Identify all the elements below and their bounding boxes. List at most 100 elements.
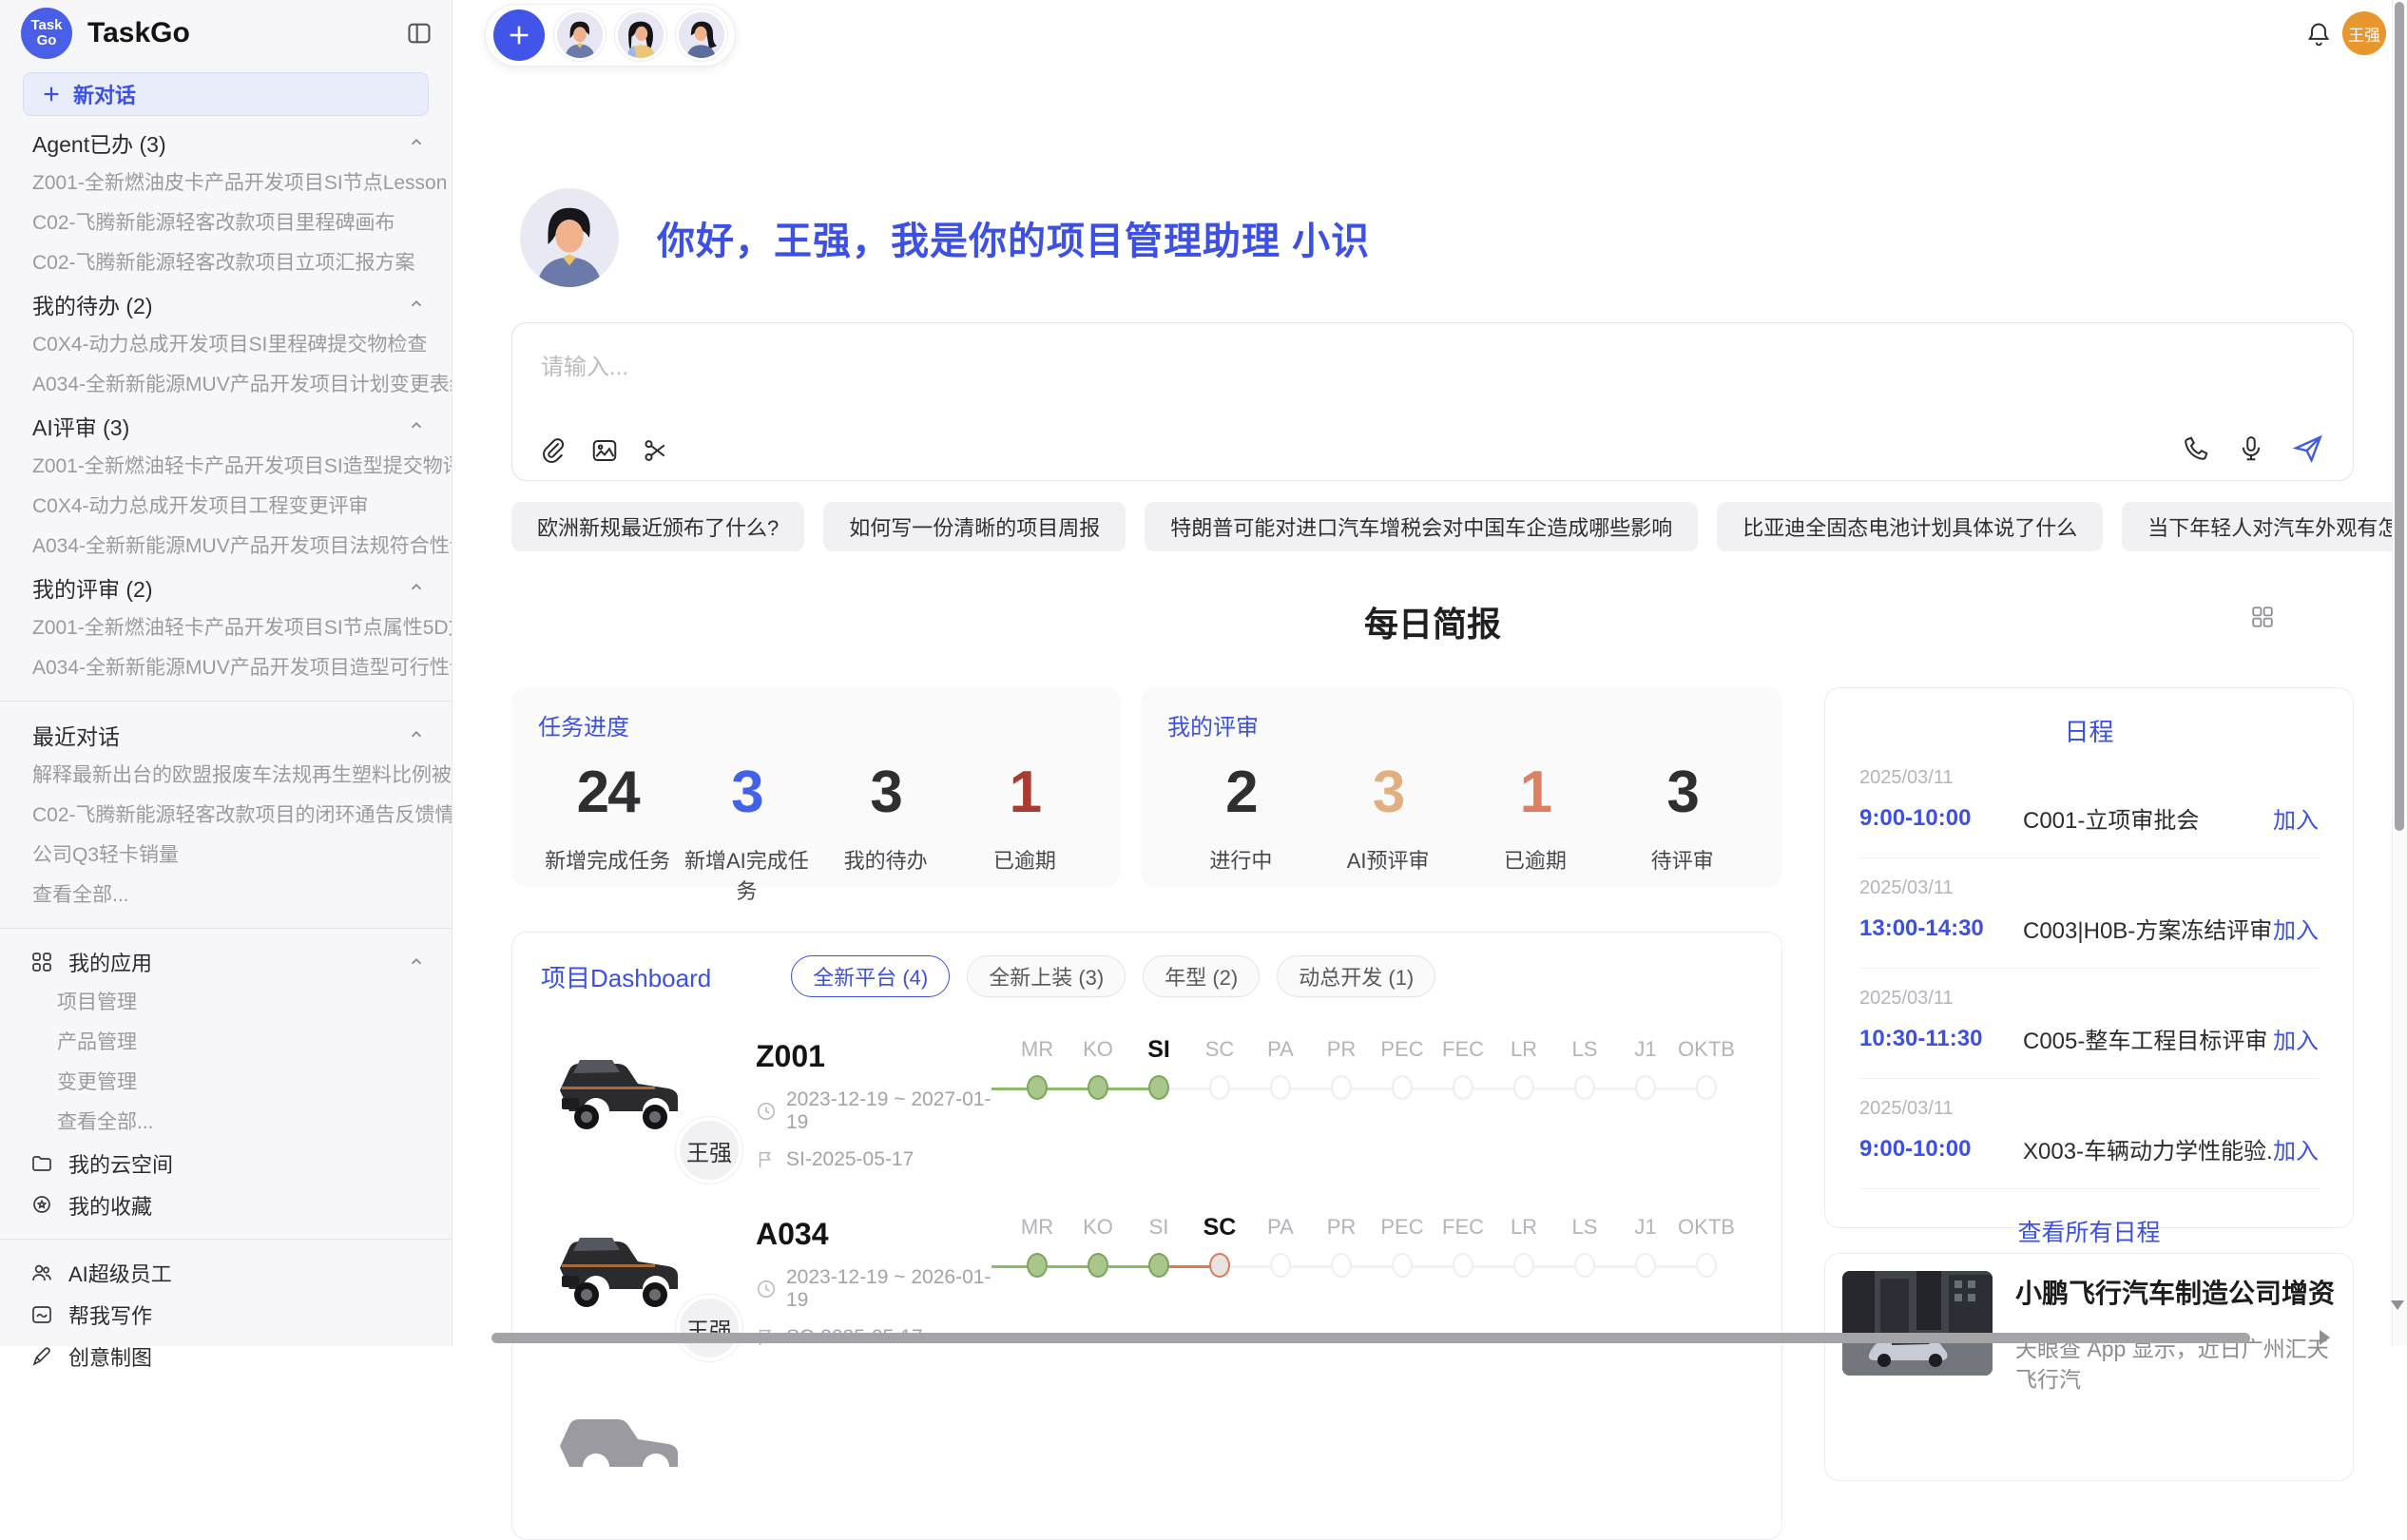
phone-icon[interactable] (2182, 434, 2210, 463)
schedule-item[interactable]: 2025/03/11 9:00-10:00 X003-车辆动力学性能验... 加… (1859, 1079, 2319, 1189)
horizontal-scrollbar-thumb[interactable] (491, 1333, 2250, 1343)
list-item[interactable]: C02-飞腾新能源轻客改款项目立项汇报方案 (0, 243, 452, 283)
chevron-up-icon[interactable] (408, 417, 425, 434)
scissors-icon[interactable] (642, 436, 670, 465)
sidebar-item-favorites[interactable]: 我的收藏 (0, 1184, 452, 1226)
send-icon[interactable] (2292, 433, 2324, 465)
avatar[interactable] (554, 10, 606, 61)
list-item[interactable]: C0X4-动力总成开发项目SI里程碑提交物检查 (0, 325, 452, 365)
vertical-scrollbar-thumb[interactable] (2395, 2, 2404, 831)
suggestion-chip[interactable]: 当下年轻人对汽车外观有怎样的喜好趋势 (2122, 502, 2407, 551)
filter-tab[interactable]: 全新上装 (3) (967, 955, 1126, 997)
project-row-partial[interactable] (541, 1385, 1753, 1499)
section-agent-done[interactable]: Agent已办 (3) (0, 122, 452, 164)
briefing-right-column: 日程 2025/03/11 9:00-10:00 C001-立项审批会 加入 2… (1824, 687, 2354, 1540)
sidebar-item-ai-super-staff[interactable]: AI超级员工 (0, 1252, 452, 1294)
stat-overdue: 1 已逾期 (955, 757, 1094, 905)
list-item[interactable]: 解释最新出台的欧盟报废车法规再生塑料比例被调至15%... (0, 756, 452, 796)
section-my-todo[interactable]: 我的待办 (2) (0, 283, 452, 325)
daily-brief-header: 每日简报 (511, 597, 2354, 646)
chevron-up-icon[interactable] (408, 579, 425, 596)
layout-grid-icon[interactable] (2250, 605, 2275, 629)
news-card[interactable]: 小鹏飞行汽车制造公司增资 天眼查 App 显示，近日广州汇天飞行汽 (1824, 1253, 2354, 1481)
chevron-up-icon[interactable] (408, 134, 425, 151)
chat-input-box (511, 322, 2354, 481)
project-info: Z001 2023-12-19 ~ 2027-01-19 SI-2025-05-… (756, 1030, 997, 1171)
project-row[interactable]: 王强 A034 2023-12-19 ~ 2026-01-19 SC-2025-… (541, 1207, 1753, 1349)
join-link[interactable]: 加入 (2273, 912, 2319, 945)
schedule-item[interactable]: 2025/03/11 13:00-14:30 C003|H0B-方案冻结评审 加… (1859, 858, 2319, 969)
chat-input[interactable] (512, 323, 2353, 409)
app-link-project-mgmt[interactable]: 项目管理 (0, 983, 452, 1023)
suggestion-chip[interactable]: 欧洲新规最近颁布了什么? (511, 502, 804, 551)
project-row[interactable]: 王强 Z001 2023-12-19 ~ 2027-01-19 SI-2025-… (541, 1030, 1753, 1171)
sidebar-item-my-apps[interactable]: 我的应用 (0, 941, 452, 983)
input-toolbar-left (539, 436, 670, 465)
avatar[interactable] (615, 10, 666, 61)
view-all-schedule-link[interactable]: 查看所有日程 (1859, 1214, 2319, 1248)
list-item[interactable]: Z001-全新燃油轻卡产品开发项目SI造型提交物评审 (0, 447, 452, 487)
filter-tab[interactable]: 全新平台 (4) (791, 955, 950, 997)
section-title: 我的待办 (2) (32, 288, 153, 320)
list-item[interactable]: 公司Q3轻卡销量 (0, 836, 452, 876)
list-item[interactable]: A034-全新新能源MUV产品开发项目造型可行性评审 (0, 648, 452, 688)
new-chat-button[interactable]: 新对话 (23, 72, 429, 116)
chevron-up-icon[interactable] (408, 726, 425, 743)
schedule-name: C003|H0B-方案冻结评审 (2023, 912, 2273, 945)
section-my-review[interactable]: 我的评审 (2) (0, 567, 452, 608)
app-link-product-mgmt[interactable]: 产品管理 (0, 1023, 452, 1063)
project-current-node: SI-2025-05-17 (756, 1148, 997, 1171)
section-title: 我的评审 (2) (32, 571, 153, 604)
scroll-right-arrow-icon[interactable] (2320, 1330, 2330, 1345)
list-item[interactable]: A034-全新新能源MUV产品开发项目计划变更表编写 (0, 365, 452, 405)
list-item[interactable]: Z001-全新燃油皮卡产品开发项目SI节点Lesson Learn报告 (0, 164, 452, 203)
attachment-icon[interactable] (539, 436, 568, 465)
avatar[interactable] (676, 10, 727, 61)
schedule-item[interactable]: 2025/03/11 9:00-10:00 C001-立项审批会 加入 (1859, 748, 2319, 858)
list-item[interactable]: C02-飞腾新能源轻客改款项目的闭环通告反馈情况 (0, 796, 452, 836)
sidebar-item-cloud-space[interactable]: 我的云空间 (0, 1143, 452, 1184)
suggestion-chip[interactable]: 特朗普可能对进口汽车增税会对中国车企造成哪些影响 (1145, 502, 1698, 551)
chevron-up-icon[interactable] (408, 296, 425, 313)
card-title: 我的评审 (1167, 708, 1756, 741)
join-link[interactable]: 加入 (2273, 801, 2319, 835)
dashboard-title: 项目Dashboard (541, 959, 711, 994)
chevron-up-icon[interactable] (408, 953, 425, 971)
schedule-item[interactable]: 2025/03/11 10:30-11:30 C005-整车工程目标评审 加入 (1859, 969, 2319, 1079)
stats-row: 任务进度 24 新增完成任务 3 新增AI完成任务 3 我的待办 (511, 687, 1782, 887)
list-item[interactable]: Z001-全新燃油轻卡产品开发项目SI节点属性5D文件评审 (0, 608, 452, 648)
scroll-down-arrow-icon[interactable] (2391, 1300, 2404, 1310)
greeting: 你好，王强，我是你的项目管理助理 小识 (520, 188, 1370, 287)
session-switcher (485, 4, 736, 67)
schedule-name: X003-车辆动力学性能验... (2023, 1132, 2273, 1165)
dashboard-header: 项目Dashboard 全新平台 (4) 全新上装 (3) 年型 (2) 动总开… (541, 955, 1753, 997)
user-avatar[interactable]: 王强 (2342, 11, 2386, 55)
notification-bell-icon[interactable] (2305, 21, 2332, 48)
stat-in-progress: 2 进行中 (1167, 757, 1315, 875)
filter-tab[interactable]: 动总开发 (1) (1277, 955, 1435, 997)
section-recent-chats[interactable]: 最近对话 (0, 714, 452, 756)
task-progress-card: 任务进度 24 新增完成任务 3 新增AI完成任务 3 我的待办 (511, 687, 1121, 887)
filter-tab[interactable]: 年型 (2) (1143, 955, 1260, 997)
list-item[interactable]: C02-飞腾新能源轻客改款项目里程碑画布 (0, 203, 452, 243)
section-ai-review[interactable]: AI评审 (3) (0, 405, 452, 447)
suggestion-chip[interactable]: 如何写一份清晰的项目周报 (823, 502, 1126, 551)
list-item[interactable]: C0X4-动力总成开发项目工程变更评审 (0, 487, 452, 527)
suggestion-chip[interactable]: 比亚迪全固态电池计划具体说了什么 (1717, 502, 2103, 551)
join-link[interactable]: 加入 (2273, 1022, 2319, 1055)
image-upload-icon[interactable] (590, 436, 619, 465)
sidebar-item-creative-drawing[interactable]: 创意制图 (0, 1336, 452, 1377)
list-item[interactable]: A034-全新新能源MUV产品开发项目法规符合性评审 (0, 527, 452, 567)
app-link-change-mgmt[interactable]: 变更管理 (0, 1063, 452, 1103)
stat-new-ai-done: 3 新增AI完成任务 (677, 757, 816, 905)
schedule-date: 2025/03/11 (1859, 1098, 2319, 1120)
sidebar-item-help-me-write[interactable]: 帮我写作 (0, 1294, 452, 1336)
schedule-name: C005-整车工程目标评审 (2023, 1022, 2273, 1055)
add-session-button[interactable] (493, 10, 545, 61)
microphone-icon[interactable] (2237, 434, 2265, 463)
main-area: 王强 你好，王强，我是你的项目管理助理 小识 欧洲新规最近颁布了什么? 如何写一… (453, 0, 2407, 1346)
view-all-link[interactable]: 查看全部... (0, 876, 452, 915)
join-link[interactable]: 加入 (2273, 1132, 2319, 1165)
sidebar-collapse-icon[interactable] (406, 20, 433, 47)
view-all-link[interactable]: 查看全部... (0, 1103, 452, 1143)
